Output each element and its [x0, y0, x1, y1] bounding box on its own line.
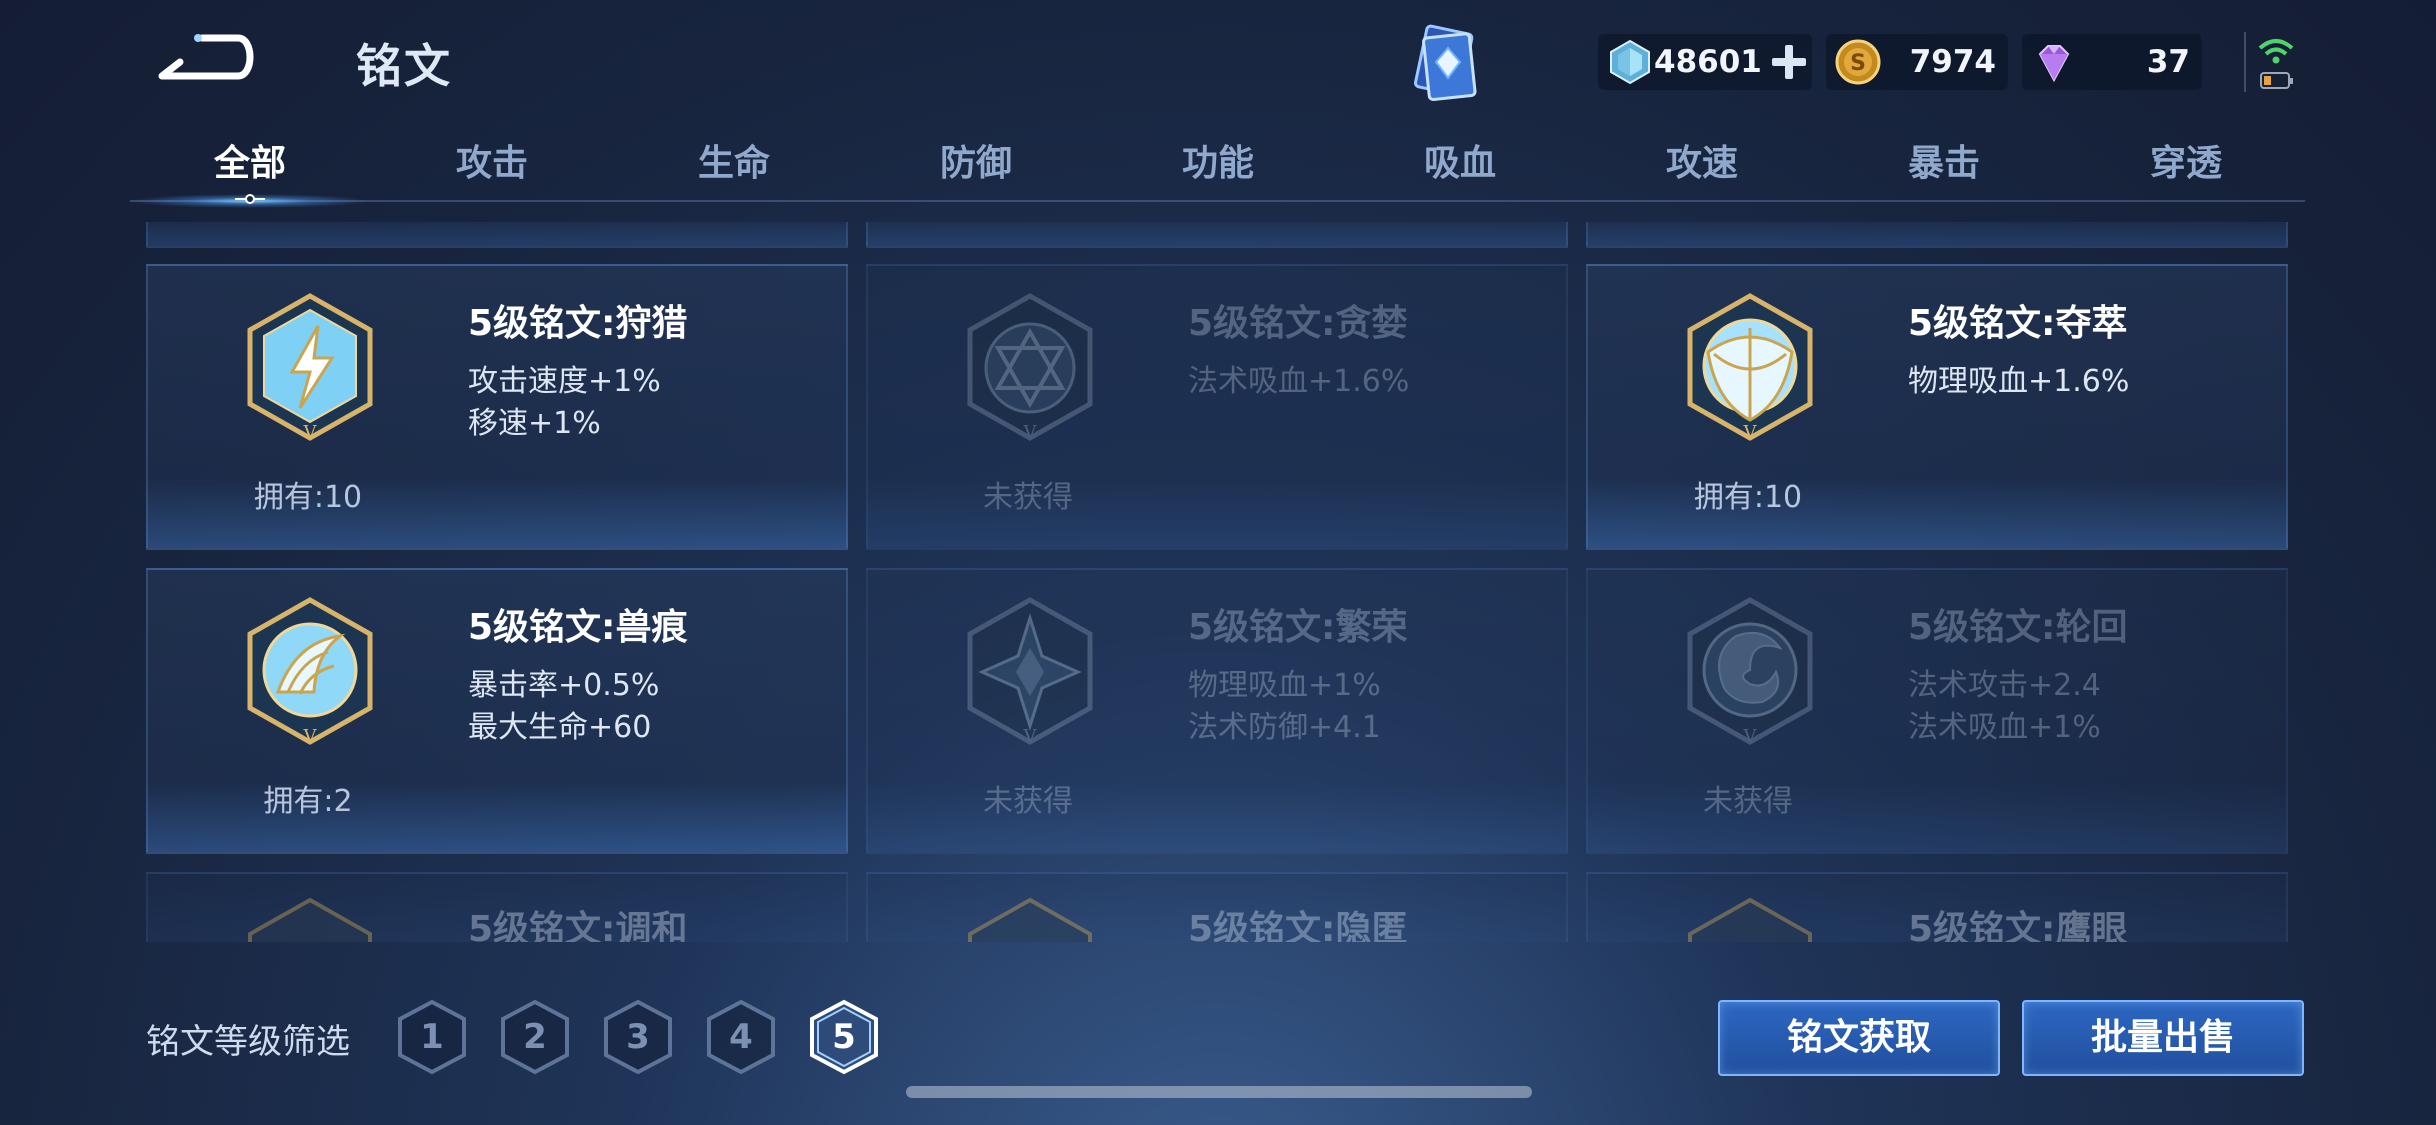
svg-text:V: V: [1023, 422, 1038, 443]
battery-icon: [2260, 72, 2293, 89]
inscription-name: 5级铭文:狩猎: [468, 303, 688, 344]
gold-currency: S 7974: [1826, 34, 2008, 90]
gold-value: 7974: [1909, 44, 1996, 80]
owned-count: 拥有:10: [253, 480, 363, 515]
inscription-stat: 物理吸血+1%: [1188, 668, 1381, 703]
lightning-gem-icon: V: [247, 293, 373, 443]
inscription-stat: 移速+1%: [468, 406, 601, 441]
home-indicator[interactable]: [906, 1086, 1532, 1098]
inscription-name: 5级铭文:繁荣: [1188, 607, 1408, 648]
back-arrow-icon: [158, 34, 254, 80]
star-gem-icon: V: [967, 597, 1093, 747]
crystal-icon: [1610, 39, 1650, 85]
inscription-card[interactable]: V 拥有:2 5级铭文:兽痕 暴击率+0.5% 最大生命+60: [146, 568, 848, 854]
inscription-name: 5级铭文:隐匿: [1188, 909, 1408, 942]
owned-status: 未获得: [983, 480, 1073, 515]
inscription-name: 5级铭文:鹰眼: [1908, 909, 2128, 942]
svg-text:S: S: [1850, 51, 1866, 76]
gem-icon: [1688, 897, 1812, 942]
tab-penetration[interactable]: 穿透: [2066, 134, 2306, 204]
inscription-stat: 最大生命+60: [468, 710, 652, 745]
acquire-inscription-button[interactable]: 铭文获取: [1718, 1000, 2000, 1076]
partial-card-top: [1586, 222, 2288, 248]
owned-status: 未获得: [1703, 784, 1793, 819]
owned-count: 拥有:10: [1693, 480, 1803, 515]
tab-attack-speed[interactable]: 攻速: [1582, 134, 1822, 204]
category-tabs: 全部 攻击 生命 防御 功能 吸血 攻速 暴击 穿透: [130, 134, 2305, 204]
owned-count: 拥有:2: [263, 784, 353, 819]
level-filter-1[interactable]: 1: [396, 998, 468, 1076]
svg-text:V: V: [1743, 422, 1758, 443]
svg-text:V: V: [303, 726, 318, 747]
level-filter-5[interactable]: 5: [808, 998, 880, 1076]
page-title: 铭文: [356, 39, 452, 93]
inscription-name: 5级铭文:兽痕: [468, 607, 688, 648]
tab-defense[interactable]: 防御: [856, 134, 1096, 204]
inscription-card[interactable]: V 未获得 5级铭文:轮回 法术攻击+2.4 法术吸血+1%: [1586, 568, 2288, 854]
level-number: 3: [626, 1017, 650, 1057]
diamond-currency: 37: [2022, 34, 2202, 90]
level-filter-4[interactable]: 4: [705, 998, 777, 1076]
back-button[interactable]: [150, 28, 260, 94]
inscription-stat: 法术防御+4.1: [1188, 710, 1381, 745]
level-number: 4: [729, 1017, 753, 1057]
tabs-divider: [130, 200, 2305, 202]
inscription-grid: V 拥有:10 5级铭文:狩猎 攻击速度+1% 移速+1% V 未获得 5级铭文…: [146, 222, 2288, 942]
inscription-name: 5级铭文:轮回: [1908, 607, 2128, 648]
inscription-card-partial[interactable]: 5级铭文:鹰眼: [1586, 872, 2288, 942]
inscription-stat: 物理吸血+1.6%: [1908, 364, 2130, 399]
add-currency-button[interactable]: [1770, 43, 1807, 81]
svg-text:V: V: [1743, 726, 1758, 747]
tab-function[interactable]: 功能: [1098, 134, 1338, 204]
inscription-card-partial[interactable]: 5级铭文:调和: [146, 872, 848, 942]
owned-status: 未获得: [983, 784, 1073, 819]
bulk-sell-button[interactable]: 批量出售: [2022, 1000, 2304, 1076]
tab-lifesteal[interactable]: 吸血: [1340, 134, 1580, 204]
tab-critical[interactable]: 暴击: [1824, 134, 2064, 204]
active-tab-indicator: [235, 194, 265, 204]
level-number: 5: [832, 1017, 856, 1057]
inscription-card[interactable]: V 未获得 5级铭文:贪婪 法术吸血+1.6%: [866, 264, 1568, 550]
claw-gem-icon: V: [247, 597, 373, 747]
level-number: 2: [523, 1017, 547, 1057]
tab-attack[interactable]: 攻击: [372, 134, 612, 204]
gold-coin-icon: S: [1835, 39, 1881, 85]
status-indicators: [2244, 32, 2306, 92]
inscription-card-partial[interactable]: 5级铭文:隐匿: [866, 872, 1568, 942]
inscription-stat: 暴击率+0.5%: [468, 668, 660, 703]
level-number: 1: [420, 1017, 444, 1057]
inscription-stat: 法术吸血+1%: [1908, 710, 2101, 745]
inscription-card[interactable]: V 拥有:10 5级铭文:夺萃 物理吸血+1.6%: [1586, 264, 2288, 550]
level-filter-label: 铭文等级筛选: [146, 1022, 350, 1062]
inscription-card[interactable]: V 拥有:10 5级铭文:狩猎 攻击速度+1% 移速+1%: [146, 264, 848, 550]
inscription-stat: 法术攻击+2.4: [1908, 668, 2101, 703]
inscription-book-icon[interactable]: [1404, 24, 1488, 108]
triangle-gem-icon: V: [967, 293, 1093, 443]
level-filter-3[interactable]: 3: [602, 998, 674, 1076]
level-filter-2[interactable]: 2: [499, 998, 571, 1076]
gem-icon: [248, 897, 372, 942]
svg-text:V: V: [303, 422, 318, 443]
crystal-currency: 48601: [1598, 34, 1812, 90]
inscription-stat: 攻击速度+1%: [468, 364, 661, 399]
inscription-name: 5级铭文:贪婪: [1188, 303, 1408, 344]
diamond-value: 37: [2146, 44, 2190, 80]
diamond-icon: [2038, 45, 2070, 83]
crystal-value: 48601: [1654, 44, 1762, 80]
svg-text:V: V: [1023, 726, 1038, 747]
tab-health[interactable]: 生命: [614, 134, 854, 204]
inscription-name: 5级铭文:调和: [468, 909, 688, 942]
swirl-gem-icon: V: [1687, 597, 1813, 747]
partial-card-top: [866, 222, 1568, 248]
partial-card-top: [146, 222, 848, 248]
gem-icon: [968, 897, 1092, 942]
inscription-stat: 法术吸血+1.6%: [1188, 364, 1410, 399]
shield-gem-icon: V: [1687, 293, 1813, 443]
inscription-name: 5级铭文:夺萃: [1908, 303, 2128, 344]
inscription-card[interactable]: V 未获得 5级铭文:繁荣 物理吸血+1% 法术防御+4.1: [866, 568, 1568, 854]
